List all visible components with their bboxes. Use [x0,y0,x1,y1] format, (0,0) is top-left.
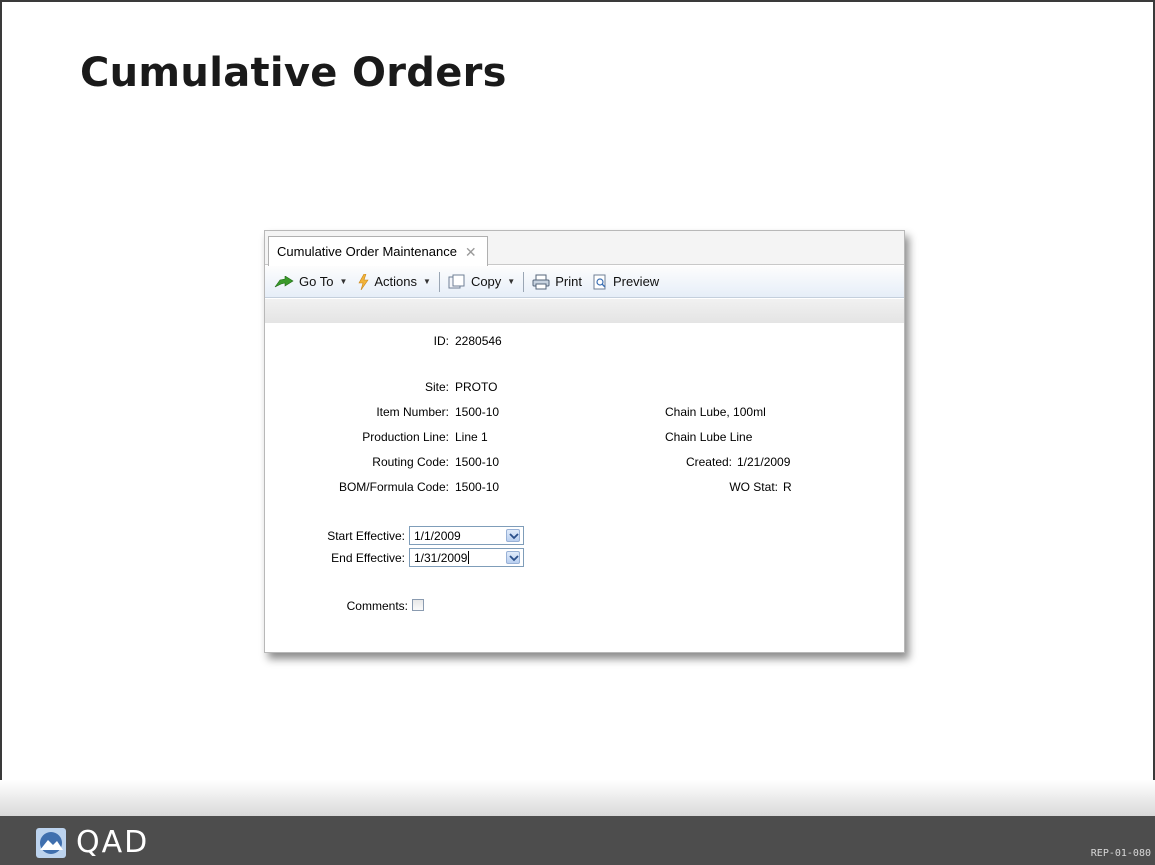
actions-button[interactable]: Actions ▼ [352,270,436,294]
end-effective-label: End Effective: [331,551,405,565]
start-effective-field[interactable]: 1/1/2009 [409,526,524,545]
preview-label: Preview [612,274,660,289]
lightning-icon [358,273,369,290]
item-number-value: 1500-10 [455,405,500,419]
start-effective-dropdown[interactable] [506,529,520,542]
production-line-value: Line 1 [455,430,488,444]
chevron-down-icon: ▼ [507,277,516,286]
preview-button[interactable]: Preview [587,270,664,294]
copy-button[interactable]: Copy ▼ [443,270,520,294]
tab-cumulative-order-maintenance[interactable]: Cumulative Order Maintenance ✕ [268,236,488,266]
toolbar: Go To ▼ Actions ▼ Copy ▼ Print Preview [265,266,904,298]
id-label: ID: [433,334,449,348]
routing-code-label: Routing Code: [372,455,449,469]
app-window: Cumulative Order Maintenance ✕ Go To ▼ A… [264,230,905,653]
production-line-label: Production Line: [362,430,449,444]
footer-bar: QAD REP-01-080 [0,816,1155,865]
created-value: 1/21/2009 [737,455,791,469]
close-icon[interactable]: ✕ [465,245,477,259]
routing-code-value: 1500-10 [455,455,500,469]
created-label: Created: [685,455,732,469]
tab-strip: Cumulative Order Maintenance ✕ [265,231,904,266]
id-value: 2280546 [455,334,502,348]
start-effective-value: 1/1/2009 [414,528,461,543]
slide-code: REP-01-080 [1090,848,1151,859]
tab-label: Cumulative Order Maintenance [277,244,457,259]
chevron-down-icon [509,555,519,562]
slide-title: Cumulative Orders [80,50,507,96]
production-line-description: Chain Lube Line [665,430,753,444]
brand: QAD [36,825,149,860]
printer-icon [532,274,550,289]
item-number-label: Item Number: [376,405,449,419]
copy-label: Copy [470,274,502,289]
preview-icon [593,274,606,289]
chevron-down-icon [509,533,519,540]
chevron-down-icon: ▼ [339,277,348,286]
chevron-down-icon: ▼ [423,277,431,286]
text-caret [468,551,470,564]
header-band [265,299,904,323]
actions-label: Actions [374,274,418,289]
goto-label: Go To [299,274,334,289]
goto-button[interactable]: Go To ▼ [269,270,352,294]
item-description: Chain Lube, 100ml [665,405,766,419]
start-effective-label: Start Effective: [327,529,405,543]
wo-stat-label: WO Stat: [729,480,778,494]
comments-label: Comments: [346,599,408,613]
toolbar-separator [523,271,525,292]
qad-logo-icon [36,827,66,858]
end-effective-value: 1/31/2009 [414,550,468,565]
print-button[interactable]: Print [527,270,587,294]
wo-stat-value: R [783,480,792,494]
form-area: ID: 2280546 Site: PROTO Item Number: 150… [265,323,904,653]
end-effective-field[interactable]: 1/31/2009 [409,548,524,567]
copy-icon [448,274,465,288]
bom-formula-code-label: BOM/Formula Code: [338,480,449,494]
bom-formula-code-value: 1500-10 [455,480,500,494]
toolbar-separator [438,271,440,292]
site-label: Site: [424,380,449,394]
green-arrow-icon [274,275,294,287]
footer-gradient [0,780,1155,816]
end-effective-dropdown[interactable] [506,551,520,564]
comments-checkbox[interactable] [412,599,424,611]
print-label: Print [555,274,582,289]
site-value: PROTO [455,380,498,394]
brand-name: QAD [76,825,150,860]
